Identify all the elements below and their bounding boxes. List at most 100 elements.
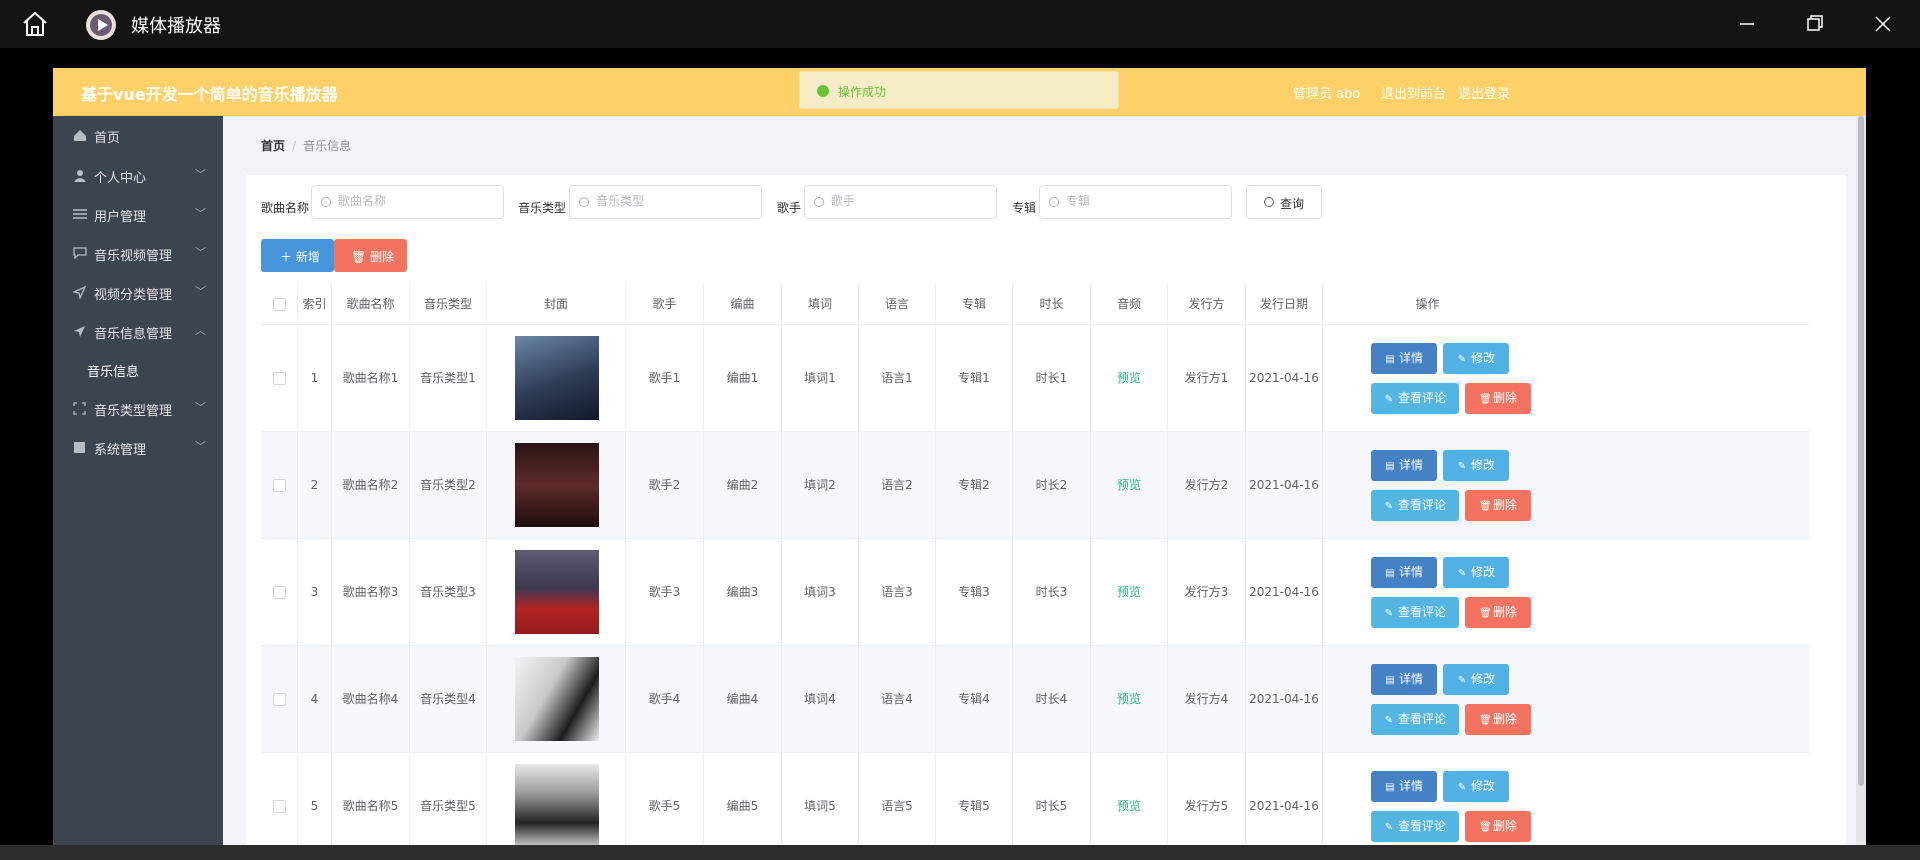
audio-preview-link[interactable]: 预览 <box>1091 432 1168 539</box>
audio-preview-link[interactable]: 预览 <box>1091 539 1168 646</box>
singer-input[interactable] <box>831 194 981 208</box>
cell-song: 歌曲名称1 <box>332 325 410 432</box>
column-header[interactable]: 音频 <box>1091 283 1168 325</box>
view-comments-button[interactable]: ✎ 查看评论 <box>1371 704 1459 735</box>
song-name-field[interactable] <box>311 185 504 219</box>
column-header[interactable]: 编曲 <box>704 283 782 325</box>
song-name-input[interactable] <box>338 194 488 208</box>
album-field[interactable] <box>1039 185 1232 219</box>
row-checkbox[interactable] <box>273 586 286 599</box>
page-scrollbar[interactable] <box>1856 116 1866 860</box>
edit-button[interactable]: ✎ 修改 <box>1443 450 1509 481</box>
actions-cell: ▤ 详情 ✎ 修改 ✎ 查看评论 🗑删除 <box>1323 753 1532 860</box>
album-input[interactable] <box>1066 194 1216 208</box>
search-icon <box>579 197 589 207</box>
edit-button[interactable]: ✎ 修改 <box>1443 343 1509 374</box>
row-checkbox[interactable] <box>273 479 286 492</box>
edit-button[interactable]: ✎ 修改 <box>1443 664 1509 695</box>
query-button-label: 查询 <box>1280 197 1305 211</box>
detail-button[interactable]: ▤ 详情 <box>1371 343 1437 374</box>
detail-button[interactable]: ▤ 详情 <box>1371 771 1437 802</box>
audio-preview-link[interactable]: 预览 <box>1091 646 1168 753</box>
trash-icon: 🗑 <box>1478 715 1492 726</box>
column-header[interactable]: 歌手 <box>626 283 704 325</box>
sidebar-item-video-category[interactable]: 视频分类管理 ﹀ <box>53 273 223 313</box>
query-button[interactable]: 查询 <box>1246 185 1322 219</box>
table-row: 5 歌曲名称5 音乐类型5 歌手5 编曲5 填词5 语言5 专辑5 时长5 预览 发行方5 2021-… <box>261 753 1809 860</box>
sidebar-subitem-music-info[interactable]: 音乐信息 <box>53 352 223 388</box>
restore-button[interactable] <box>1801 10 1829 38</box>
column-header[interactable]: 索引 <box>298 283 332 325</box>
cell-pub: 发行方2 <box>1168 432 1246 539</box>
home-icon[interactable] <box>20 10 50 38</box>
close-button[interactable] <box>1869 10 1897 38</box>
delete-row-button[interactable]: 🗑删除 <box>1465 811 1531 842</box>
trash-icon: 🗑 <box>1478 608 1492 619</box>
delete-row-button[interactable]: 🗑删除 <box>1465 597 1531 628</box>
cell-lyric: 填词2 <box>782 432 859 539</box>
cell-song: 歌曲名称5 <box>332 753 410 860</box>
scrollbar-thumb[interactable] <box>1858 116 1864 786</box>
site-header: 基于vue开发一个简单的音乐播放器 操作成功 管理员 abo 退出到前台 退出登… <box>53 68 1866 116</box>
singer-field[interactable] <box>804 185 997 219</box>
music-type-input[interactable] <box>596 194 746 208</box>
detail-button[interactable]: ▤ 详情 <box>1371 557 1437 588</box>
sidebar-item-home[interactable]: 首页 <box>53 116 223 156</box>
view-comments-button[interactable]: ✎ 查看评论 <box>1371 811 1459 842</box>
delete-row-button[interactable]: 🗑删除 <box>1465 490 1531 521</box>
cell-album: 专辑4 <box>936 646 1013 753</box>
album-cover-image[interactable] <box>515 336 599 420</box>
column-header[interactable]: 发行日期 <box>1246 283 1323 325</box>
row-checkbox[interactable] <box>273 800 286 813</box>
music-type-field[interactable] <box>569 185 762 219</box>
column-header[interactable]: 封面 <box>487 283 626 325</box>
album-cover-image[interactable] <box>515 550 599 634</box>
sidebar-item-personal[interactable]: 个人中心 ﹀ <box>53 156 223 196</box>
chevron-down-icon: ﹀ <box>195 401 206 414</box>
column-header[interactable]: 时长 <box>1013 283 1091 325</box>
cell-idx: 2 <box>298 432 332 539</box>
select-all-checkbox[interactable] <box>273 298 286 311</box>
column-header[interactable]: 发行方 <box>1168 283 1246 325</box>
audio-preview-link[interactable]: 预览 <box>1091 325 1168 432</box>
cover-cell <box>487 432 626 539</box>
column-header[interactable]: 专辑 <box>936 283 1013 325</box>
sidebar-item-music-type[interactable]: 音乐类型管理 ﹀ <box>53 389 223 429</box>
bulk-delete-button[interactable]: 🗑 删除 <box>334 239 407 272</box>
view-comments-button[interactable]: ✎ 查看评论 <box>1371 383 1459 414</box>
album-cover-image[interactable] <box>515 657 599 741</box>
logout-link[interactable]: 退出登录 <box>1458 83 1510 102</box>
edit-button[interactable]: ✎ 修改 <box>1443 557 1509 588</box>
pencil-icon: ✎ <box>1384 822 1394 833</box>
pencil-icon: ✎ <box>1384 715 1394 726</box>
album-cover-image[interactable] <box>515 443 599 527</box>
audio-preview-link[interactable]: 预览 <box>1091 753 1168 860</box>
album-cover-image[interactable] <box>515 764 599 848</box>
cell-song: 歌曲名称3 <box>332 539 410 646</box>
sidebar-item-users[interactable]: 用户管理 ﹀ <box>53 195 223 235</box>
delete-row-button[interactable]: 🗑删除 <box>1465 704 1531 735</box>
cell-idx: 1 <box>298 325 332 432</box>
column-header[interactable]: 音乐类型 <box>410 283 487 325</box>
cell-idx: 4 <box>298 646 332 753</box>
column-header[interactable]: 歌曲名称 <box>332 283 410 325</box>
cell-arr: 编曲5 <box>704 753 782 860</box>
go-frontend-link[interactable]: 退出到前台 <box>1381 83 1446 102</box>
column-header[interactable]: 语言 <box>859 283 936 325</box>
sidebar-item-music-info[interactable]: 音乐信息管理 ︿ <box>53 312 223 352</box>
delete-row-button[interactable]: 🗑删除 <box>1465 383 1531 414</box>
column-header[interactable]: 填词 <box>782 283 859 325</box>
view-comments-button[interactable]: ✎ 查看评论 <box>1371 490 1459 521</box>
edit-button[interactable]: ✎ 修改 <box>1443 771 1509 802</box>
minimize-button[interactable] <box>1733 10 1761 38</box>
row-checkbox[interactable] <box>273 372 286 385</box>
detail-button[interactable]: ▤ 详情 <box>1371 664 1437 695</box>
add-button[interactable]: ＋ 新增 <box>261 239 334 272</box>
cell-date: 2021-04-16 <box>1246 432 1323 539</box>
view-comments-button[interactable]: ✎ 查看评论 <box>1371 597 1459 628</box>
breadcrumb-home[interactable]: 首页 <box>261 139 285 153</box>
detail-button[interactable]: ▤ 详情 <box>1371 450 1437 481</box>
sidebar-item-system[interactable]: 系统管理 ﹀ <box>53 428 223 468</box>
sidebar-item-music-video[interactable]: 音乐视频管理 ﹀ <box>53 234 223 274</box>
row-checkbox[interactable] <box>273 693 286 706</box>
